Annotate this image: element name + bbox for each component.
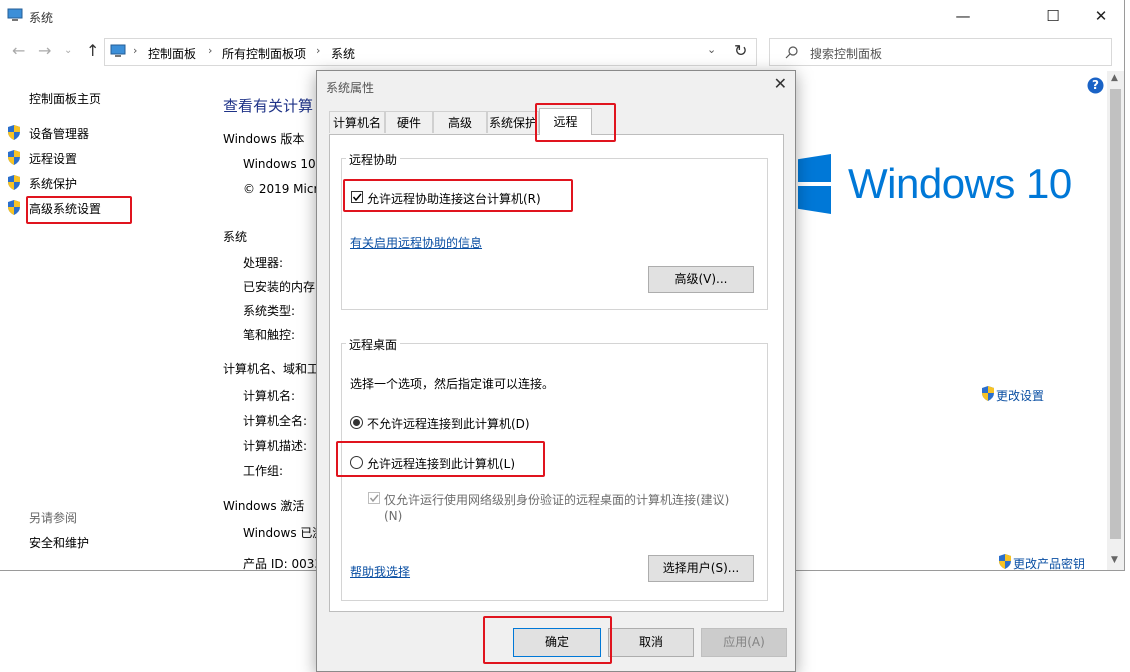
- nla-checkbox[interactable]: [368, 492, 380, 504]
- window-title: 系统: [29, 11, 54, 25]
- help-me-choose-link[interactable]: 帮助我选择: [350, 563, 410, 580]
- edition-text: Windows 10: [243, 157, 316, 171]
- windows-10-logo-text: Windows 10: [848, 160, 1072, 207]
- address-bar[interactable]: › 控制面板 › 所有控制面板项 › 系统 ⌄: [104, 38, 757, 66]
- select-users-button[interactable]: 选择用户(S)...: [648, 555, 754, 582]
- shield-icon: [8, 150, 20, 165]
- scrollbar[interactable]: ▲ ▼: [1107, 71, 1124, 570]
- deny-remote-label[interactable]: 不允许远程连接到此计算机(D): [367, 415, 530, 432]
- close-button[interactable]: ✕: [1078, 0, 1124, 32]
- control-panel-icon: [110, 44, 126, 57]
- windows-logo-icon: [793, 154, 833, 214]
- help-icon-glyph: ?: [1092, 78, 1099, 92]
- breadcrumb-system[interactable]: 系统: [331, 45, 355, 62]
- recent-chevron-icon[interactable]: ⌄: [64, 45, 72, 56]
- dialog-title: 系统属性: [326, 81, 375, 95]
- computer-icon: [7, 8, 23, 21]
- tab-system-protection[interactable]: 系统保护: [487, 111, 539, 133]
- minimize-button[interactable]: —: [940, 0, 986, 32]
- system-type-label: 系统类型:: [243, 304, 296, 318]
- search-placeholder: 搜索控制面板: [810, 47, 883, 61]
- forward-arrow-icon[interactable]: →: [38, 41, 51, 60]
- breadcrumb-control-panel[interactable]: 控制面板: [148, 45, 196, 62]
- remote-assistance-label: 远程协助: [346, 151, 401, 168]
- radio-selected-dot: [353, 419, 360, 426]
- highlight-box: [483, 616, 612, 664]
- memory-label: 已安装的内存: [243, 280, 316, 294]
- breadcrumb-all-items[interactable]: 所有控制面板项: [222, 45, 306, 62]
- remote-desktop-label: 远程桌面: [346, 336, 401, 353]
- remote-assistance-info-link[interactable]: 有关启用远程协助的信息: [350, 234, 482, 251]
- processor-label: 处理器:: [243, 256, 284, 270]
- apply-button[interactable]: 应用(A): [701, 628, 787, 657]
- shield-icon: [8, 200, 20, 215]
- shield-icon: [982, 386, 994, 401]
- pen-touch-label: 笔和触控:: [243, 328, 296, 342]
- shield-icon: [8, 175, 20, 190]
- shield-icon: [999, 554, 1011, 569]
- computer-name-section-title: 计算机名、域和工: [223, 362, 320, 376]
- advanced-button[interactable]: 高级(V)...: [648, 266, 754, 293]
- activation-status-text: Windows 已激: [243, 526, 325, 540]
- activation-section-title: Windows 激活: [223, 499, 305, 513]
- tab-computer-name[interactable]: 计算机名: [329, 111, 385, 133]
- up-arrow-icon[interactable]: ↑: [86, 41, 99, 60]
- change-product-key-link[interactable]: 更改产品密钥: [1013, 555, 1085, 570]
- full-computer-name-label: 计算机全名:: [243, 414, 308, 428]
- dialog-close-button[interactable]: ✕: [774, 74, 787, 93]
- computer-name-label: 计算机名:: [243, 389, 296, 403]
- tab-hardware[interactable]: 硬件: [385, 111, 433, 133]
- highlight-box: [336, 441, 545, 477]
- copyright-text: © 2019 Micr: [243, 182, 319, 196]
- scrollbar-thumb[interactable]: [1110, 89, 1121, 539]
- chevron-right-icon: ›: [208, 44, 213, 57]
- system-section-title: 系统: [223, 230, 248, 244]
- remote-desktop-instruction: 选择一个选项，然后指定谁可以连接。: [350, 377, 555, 391]
- workgroup-label: 工作组:: [243, 464, 284, 478]
- deny-remote-radio[interactable]: [350, 416, 363, 429]
- cancel-button[interactable]: 取消: [608, 628, 694, 657]
- search-input[interactable]: 搜索控制面板: [769, 38, 1112, 66]
- highlight-box: [343, 179, 573, 212]
- back-arrow-icon[interactable]: ←: [12, 41, 25, 60]
- change-settings-link[interactable]: 更改设置: [996, 387, 1044, 404]
- highlight-box: [26, 196, 132, 224]
- control-panel-home-link[interactable]: 控制面板主页: [29, 90, 101, 107]
- highlight-box: [535, 103, 616, 142]
- chevron-down-icon[interactable]: ⌄: [707, 43, 716, 56]
- tab-advanced[interactable]: 高级: [433, 111, 487, 133]
- see-also-title: 另请参阅: [29, 511, 78, 525]
- page-title: 查看有关计算: [223, 97, 314, 115]
- maximize-button[interactable]: ☐: [1030, 0, 1076, 32]
- navigation-bar: ← → ⌄ ↑ › 控制面板 › 所有控制面板项 › 系统 ⌄ ↻ 搜索控制面板: [0, 36, 1124, 68]
- title-bar: 系统 — ☐ ✕: [0, 0, 1124, 32]
- windows-edition-title: Windows 版本: [223, 132, 305, 146]
- chevron-right-icon: ›: [133, 44, 138, 57]
- scroll-up-icon[interactable]: ▲: [1111, 73, 1118, 83]
- computer-description-label: 计算机描述:: [243, 439, 308, 453]
- sidebar-item-remote-settings[interactable]: 远程设置: [29, 150, 77, 167]
- product-id-text: 产品 ID: 0033: [243, 557, 322, 571]
- sidebar-item-security-maintenance[interactable]: 安全和维护: [29, 534, 89, 551]
- nla-label-shortcut: (N): [384, 509, 403, 523]
- sidebar-item-system-protection[interactable]: 系统保护: [29, 175, 77, 192]
- search-icon: [785, 46, 798, 59]
- sidebar-item-device-manager[interactable]: 设备管理器: [29, 125, 89, 142]
- system-properties-dialog: 系统属性 ✕ 计算机名 硬件 高级 系统保护 远程协助 允许远程协助连接这台计算…: [316, 70, 796, 672]
- refresh-icon[interactable]: ↻: [734, 41, 747, 60]
- chevron-right-icon: ›: [316, 44, 321, 57]
- shield-icon: [8, 125, 20, 140]
- scroll-down-icon[interactable]: ▼: [1111, 555, 1118, 565]
- nla-label: 仅允许运行使用网络级别身份验证的远程桌面的计算机连接(建议): [384, 493, 730, 507]
- checkmark-icon: [369, 494, 379, 503]
